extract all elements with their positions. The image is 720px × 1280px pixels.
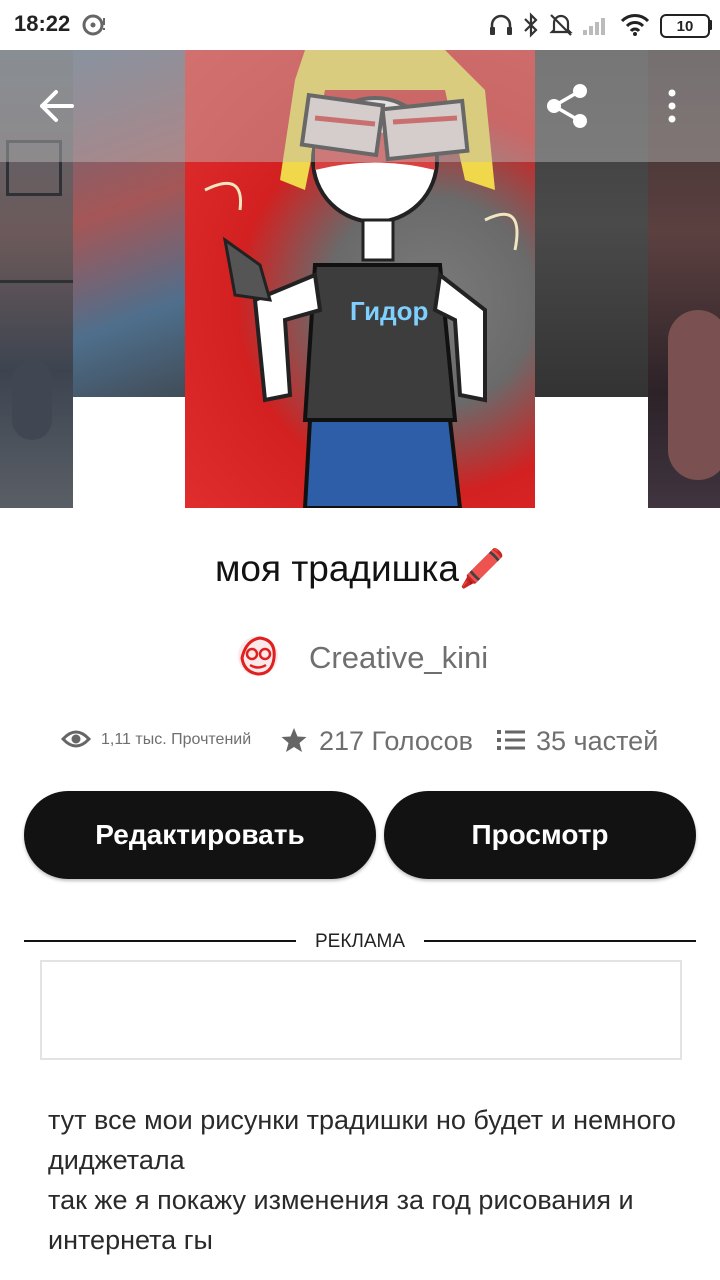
mute-bell-icon bbox=[549, 14, 573, 36]
headphones-icon bbox=[490, 14, 512, 35]
story-description: тут все мои рисунки традишки но будет и … bbox=[48, 1100, 688, 1260]
battery-level: 10 bbox=[676, 17, 694, 35]
edit-button[interactable]: Редактировать bbox=[24, 791, 376, 879]
view-button[interactable]: Просмотр bbox=[384, 791, 696, 879]
author-avatar[interactable] bbox=[236, 634, 280, 678]
story-title: моя традишка🖍️ bbox=[0, 548, 720, 591]
list-icon bbox=[497, 730, 525, 750]
crayon-emoji: 🖍️ bbox=[458, 548, 506, 589]
battery-icon: 10 bbox=[660, 14, 710, 38]
status-time: 18:22 bbox=[14, 11, 71, 36]
wifi-icon bbox=[620, 14, 650, 36]
star-icon bbox=[281, 728, 307, 752]
arrow-left-icon bbox=[40, 90, 74, 122]
more-vertical-icon bbox=[668, 89, 676, 123]
disc-icon bbox=[82, 14, 105, 36]
votes-count: 217 Голосов bbox=[319, 726, 474, 756]
ad-banner[interactable] bbox=[40, 960, 682, 1060]
status-bar: 18:22 10 bbox=[0, 0, 720, 50]
ad-label: РЕКЛАМА bbox=[314, 931, 406, 952]
parts-count: 35 частей bbox=[536, 726, 659, 756]
description-line-1: тут все мои рисунки традишки но будет и … bbox=[48, 1105, 676, 1175]
story-stats: 1,11 тыс. Прочтений 217 Голосов 35 часте… bbox=[0, 722, 720, 762]
description-line-2: так же я покажу изменения за год рисован… bbox=[48, 1185, 634, 1255]
author-row[interactable]: Creative_kini bbox=[0, 634, 720, 682]
top-toolbar-overlay bbox=[0, 50, 720, 162]
more-options-button[interactable] bbox=[642, 76, 702, 136]
back-button[interactable] bbox=[26, 76, 86, 136]
eye-icon bbox=[61, 730, 91, 748]
ad-divider-right bbox=[424, 940, 696, 942]
svg-text:Гидор: Гидор bbox=[350, 296, 428, 326]
reads-count: 1,11 тыс. Прочтений bbox=[101, 731, 252, 748]
author-name[interactable]: Creative_kini bbox=[309, 640, 488, 676]
share-icon bbox=[547, 84, 587, 128]
signal-icon bbox=[583, 18, 605, 35]
share-button[interactable] bbox=[537, 76, 597, 136]
story-title-text: моя традишка bbox=[214, 548, 459, 589]
bluetooth-icon bbox=[524, 12, 538, 38]
